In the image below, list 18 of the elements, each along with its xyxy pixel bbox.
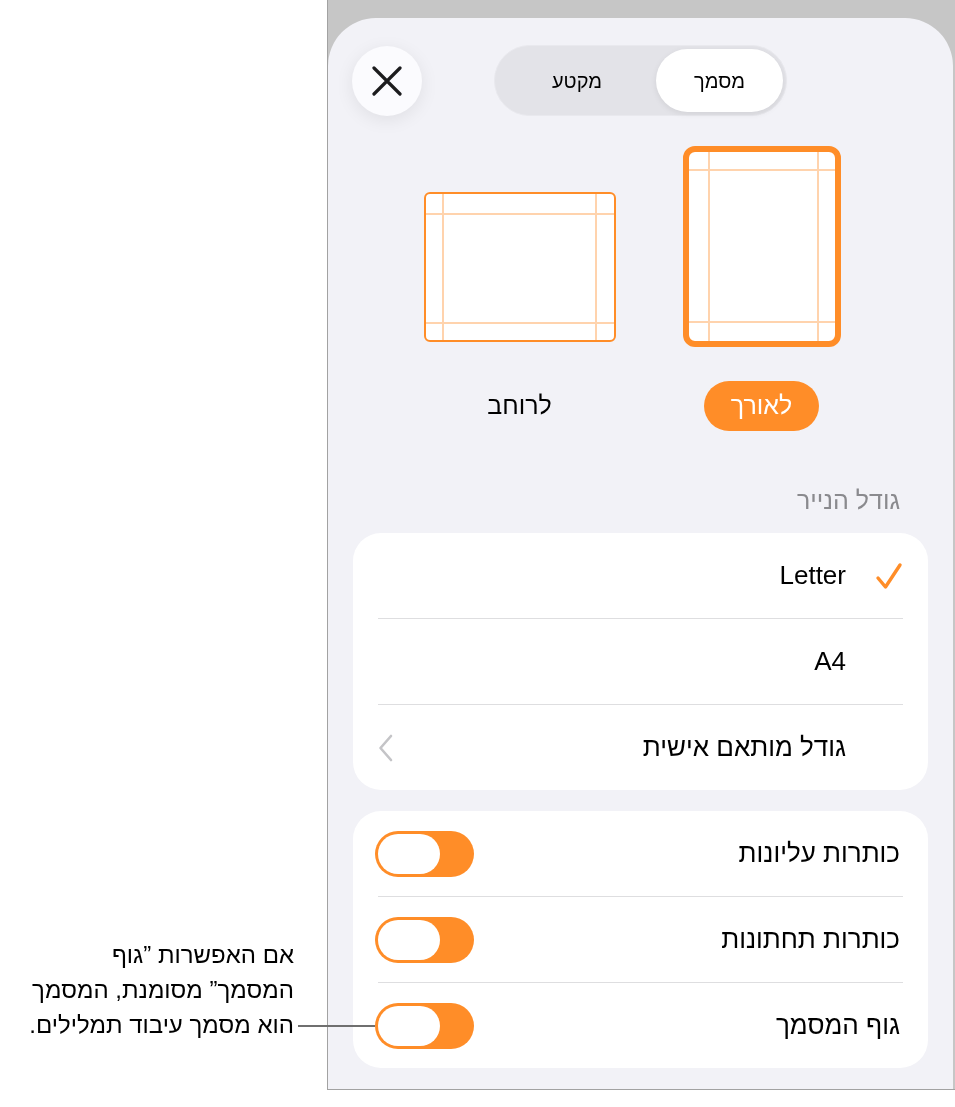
- toggle-label: כותרות עליונות: [738, 837, 900, 870]
- portrait-page-icon[interactable]: [682, 146, 841, 347]
- paper-size-option[interactable]: Letter: [353, 533, 928, 618]
- paper-size-link-item[interactable]: גודל מותאם אישית: [353, 705, 928, 790]
- toggle-label: גוף המסמך: [775, 1009, 900, 1042]
- toggle-switch[interactable]: [375, 1002, 474, 1049]
- close-icon: [372, 65, 402, 96]
- paper-size-option[interactable]: A4: [353, 619, 928, 704]
- landscape-page-icon[interactable]: [423, 192, 616, 342]
- orientation-button[interactable]: לרוחב: [460, 381, 579, 431]
- section-header: גודל הנייר: [796, 485, 900, 515]
- callout-text: אם האפשרות ”גוף המסמך” מסומנת, המסמך הוא מסמך עיבוד תמלילים.: [29, 940, 294, 1040]
- toggle-switch[interactable]: [375, 830, 474, 877]
- chevron-left-icon: [378, 733, 393, 762]
- toggle-label: כותרות תחתונות: [721, 923, 900, 956]
- segment-tab[interactable]: מסמך: [656, 49, 783, 112]
- toggle-switch[interactable]: [375, 916, 474, 963]
- segment-tab[interactable]: מקטע: [498, 49, 656, 112]
